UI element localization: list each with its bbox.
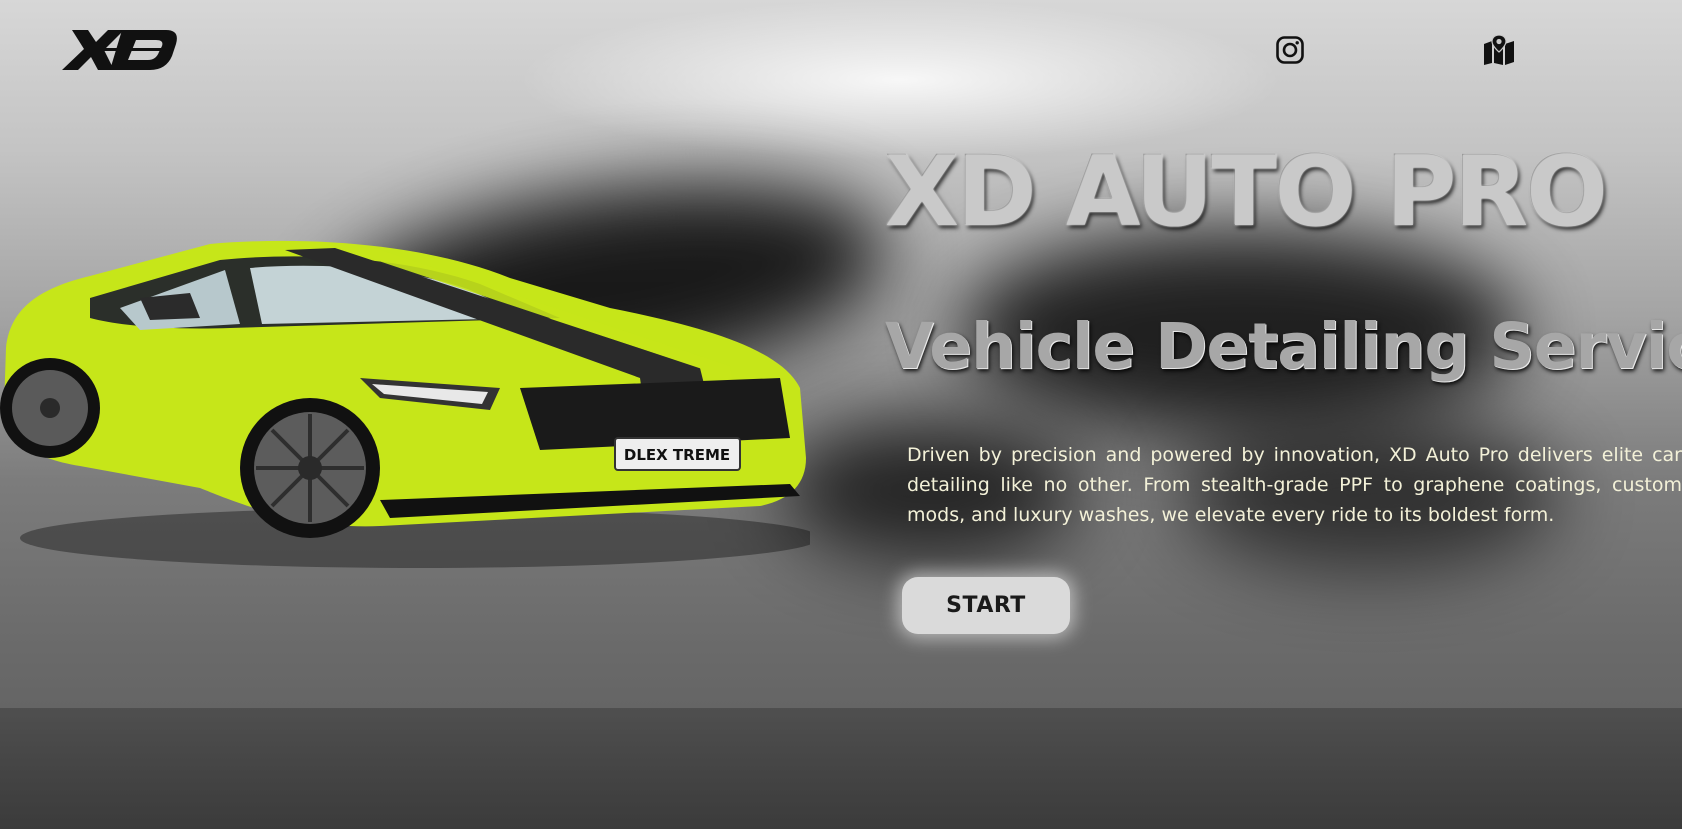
instagram-icon: [1276, 36, 1304, 64]
license-plate: DLEX TREME: [624, 446, 730, 464]
instagram-link[interactable]: [1272, 32, 1308, 68]
car-image: DLEX TREME: [0, 240, 810, 568]
hero-subtitle: Vehicle Detailing Service: [885, 310, 1682, 383]
footer-band: [0, 708, 1682, 829]
start-button[interactable]: START: [902, 577, 1070, 634]
site-logo[interactable]: XD: [58, 26, 182, 74]
hero-title: XD AUTO PRO: [885, 136, 1608, 248]
xd-logo-icon: [62, 30, 177, 70]
map-icon: [1484, 35, 1514, 65]
map-link[interactable]: [1481, 32, 1517, 68]
hero-description: Driven by precision and powered by innov…: [907, 444, 1682, 526]
